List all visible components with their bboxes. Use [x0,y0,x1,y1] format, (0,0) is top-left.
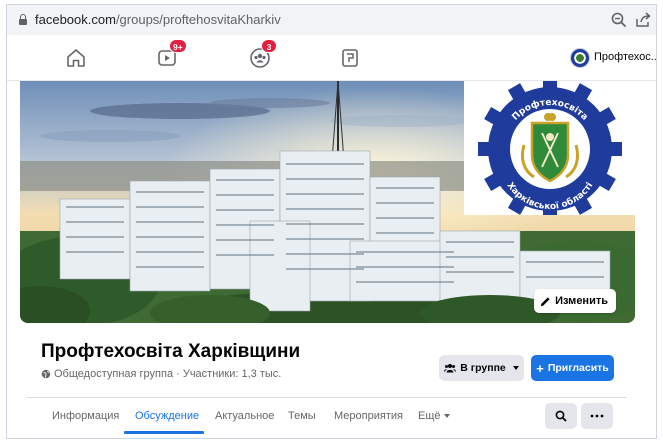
header-divider [27,397,627,398]
globe-icon [41,369,51,379]
active-tab-indicator [124,431,204,434]
edit-cover-button[interactable]: Изменить [534,289,616,313]
profile-name: Профтехос... [594,51,657,63]
zoom-icon[interactable] [610,11,628,29]
tab-featured[interactable]: Актуальное [215,410,274,422]
chevron-down-icon [512,366,519,370]
tab-info[interactable]: Информация [52,410,119,422]
more-options-button[interactable] [581,403,613,429]
gaming-nav-button[interactable] [337,45,363,71]
watch-badge: 9+ [169,39,187,53]
tab-events[interactable]: Мероприятия [334,410,403,422]
chevron-down-icon [443,414,450,419]
facebook-top-nav: 9+ 3 Профтехос... [7,35,656,81]
groups-badge: 3 [261,39,277,53]
plus-icon: + [536,360,544,376]
invite-button[interactable]: + Пригласить [531,355,614,381]
groups-nav-button[interactable]: 3 [247,39,277,71]
pencil-icon [540,296,550,306]
url-host: facebook.com [35,12,116,27]
browser-window: facebook.com/groups/proftehosvitaKharkiv… [6,4,657,439]
home-icon [67,49,85,67]
watch-nav-button[interactable]: 9+ [155,39,187,71]
emblem-image: Профтехосвіта Харківської області [478,81,622,215]
tab-discussion[interactable]: Обсуждение [135,410,199,422]
address-bar[interactable]: facebook.com/groups/proftehosvitaKharkiv [7,5,656,35]
tab-more-label: Ещё [418,410,441,422]
group-emblem: Профтехосвіта Харківської області [464,81,636,215]
edit-cover-label: Изменить [555,295,608,307]
group-meta-text[interactable]: Общедоступная группа · Участники: 1,3 ты… [54,368,281,380]
search-group-button[interactable] [545,403,577,429]
avatar [570,48,590,68]
group-meta: Общедоступная группа · Участники: 1,3 ты… [41,368,281,380]
invite-label: Пригласить [547,362,609,374]
url-path: /groups/proftehosvitaKharkiv [115,12,281,27]
ellipsis-icon [590,414,604,418]
url-text[interactable]: facebook.com/groups/proftehosvitaKharkiv [35,12,281,27]
home-nav-button[interactable] [63,45,89,71]
page-icon [342,49,358,67]
members-icon [444,364,457,373]
lock-icon[interactable] [19,14,27,25]
joined-label: В группе [460,362,506,374]
joined-button[interactable]: В группе [439,355,524,381]
tab-more[interactable]: Ещё [418,410,450,422]
search-icon [555,410,567,422]
tab-topics[interactable]: Темы [288,410,316,422]
share-icon[interactable] [634,11,652,29]
group-title[interactable]: Профтехосвіта Харківщини [41,341,300,363]
